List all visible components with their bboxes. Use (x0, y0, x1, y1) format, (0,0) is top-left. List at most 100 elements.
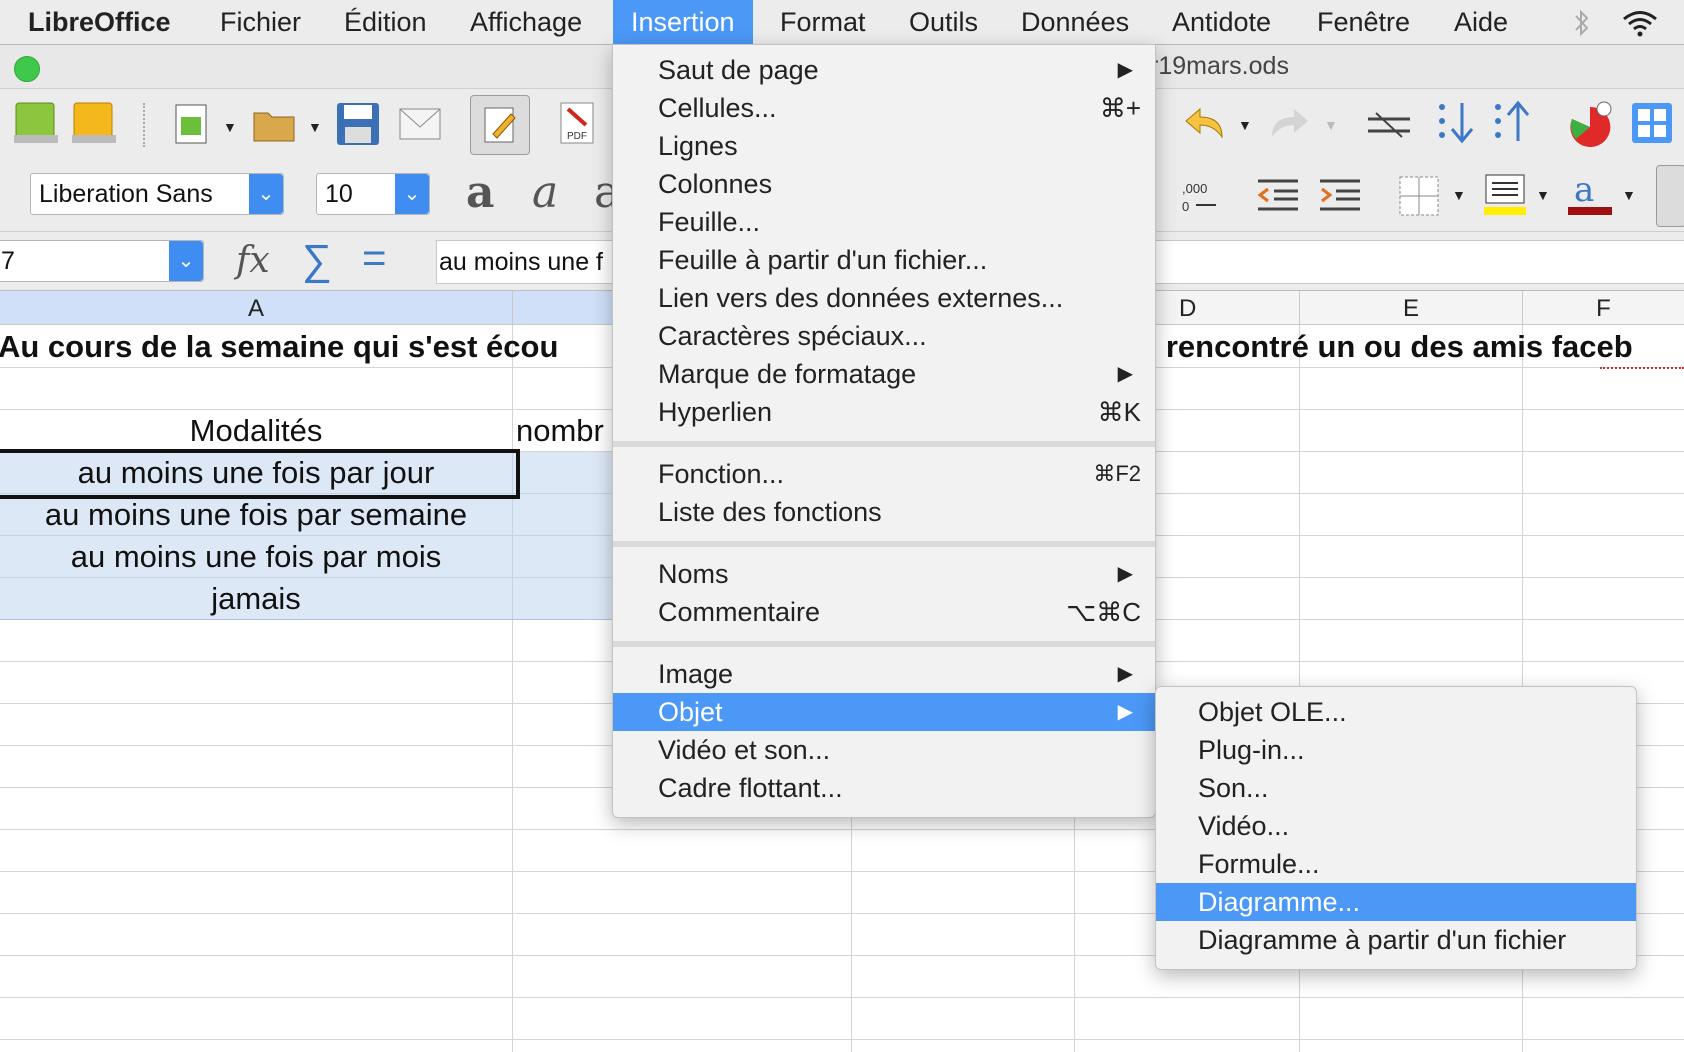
cell-row-4[interactable]: jamais (0, 581, 512, 617)
font-name-combo[interactable]: Liberation Sans ⌄ (30, 173, 284, 215)
menu-item-cadre-flottant[interactable]: Cadre flottant... (613, 769, 1155, 807)
menu-separator (613, 641, 1155, 647)
window-zoom-button[interactable] (14, 56, 40, 82)
chevron-down-icon[interactable]: ⌄ (169, 241, 203, 281)
submenu-arrow-icon: ▶ (1117, 663, 1133, 685)
background-color-icon[interactable] (1482, 171, 1528, 222)
submenu-item-son[interactable]: Son... (1156, 769, 1636, 807)
decrease-indent-icon[interactable] (1256, 175, 1300, 220)
chevron-down-icon[interactable]: ⌄ (249, 174, 283, 214)
menu-item-lignes[interactable]: Lignes (613, 127, 1155, 165)
chevron-down-icon[interactable]: ▼ (1536, 187, 1550, 203)
menu-aide[interactable]: Aide (1454, 0, 1508, 44)
increase-indent-icon[interactable] (1318, 175, 1362, 220)
redo-icon[interactable] (1266, 105, 1312, 148)
column-header-a[interactable]: A (0, 291, 513, 324)
svg-text:a: a (1574, 170, 1594, 210)
menu-affichage[interactable]: Affichage (470, 0, 582, 44)
menu-fichier[interactable]: Fichier (220, 0, 301, 44)
svg-text:PDF: PDF (567, 131, 587, 142)
edit-mode-button[interactable] (470, 95, 530, 155)
menu-fenetre[interactable]: Fenêtre (1317, 0, 1410, 44)
menu-insertion[interactable]: Insertion (613, 0, 753, 44)
undo-icon[interactable] (1182, 105, 1228, 148)
sort-ascending-icon[interactable] (1436, 99, 1476, 150)
menu-item-feuille-fichier[interactable]: Feuille à partir d'un fichier... (613, 241, 1155, 279)
chevron-down-icon[interactable]: ⌄ (395, 174, 429, 214)
bluetooth-icon[interactable] (1572, 8, 1592, 43)
chevron-down-icon[interactable]: ▼ (308, 119, 322, 135)
underline-icon[interactable]: a (594, 167, 612, 218)
submenu-item-diagramme-fichier[interactable]: Diagramme à partir d'un fichier (1156, 921, 1636, 959)
find-replace-icon[interactable] (1366, 109, 1412, 146)
chevron-down-icon[interactable]: ▼ (223, 119, 237, 135)
number-format-decimal-icon[interactable]: ,000 0 (1180, 179, 1220, 218)
cell-row-2[interactable]: au moins une fois par semaine (0, 497, 512, 533)
submenu-item-video[interactable]: Vidéo... (1156, 807, 1636, 845)
cell-row-3[interactable]: au moins une fois par mois (0, 539, 512, 575)
menu-item-cellules[interactable]: Cellules... ⌘+ (613, 89, 1155, 127)
chevron-down-icon[interactable]: ▼ (1452, 187, 1466, 203)
bold-icon[interactable]: a (466, 167, 495, 218)
sort-descending-icon[interactable] (1492, 99, 1532, 150)
chevron-down-icon[interactable]: ▼ (1622, 187, 1636, 203)
menu-item-noms[interactable]: Noms ▶ (613, 555, 1155, 593)
menu-item-feuille[interactable]: Feuille... (613, 203, 1155, 241)
menu-item-video-son[interactable]: Vidéo et son... (613, 731, 1155, 769)
cell-nombre[interactable]: nombr (516, 413, 604, 449)
templates-icon[interactable] (70, 99, 118, 152)
sum-icon[interactable]: ∑ (302, 236, 332, 284)
document-title: r19mars.ods (1150, 52, 1289, 80)
menu-item-fonction[interactable]: Fonction... ⌘F2 (613, 455, 1155, 493)
menu-antidote[interactable]: Antidote (1172, 0, 1271, 44)
formula-equals-icon[interactable]: = (362, 234, 387, 282)
new-document-icon[interactable] (12, 99, 60, 152)
menu-item-image[interactable]: Image ▶ (613, 655, 1155, 693)
font-color-icon[interactable]: a (1566, 169, 1614, 222)
email-icon[interactable] (398, 107, 442, 146)
menu-item-liste-fonctions[interactable]: Liste des fonctions (613, 493, 1155, 531)
menu-app-name[interactable]: LibreOffice (28, 0, 171, 44)
column-header-f[interactable]: F (1523, 291, 1684, 324)
borders-icon[interactable] (1398, 175, 1440, 222)
export-pdf-icon[interactable]: PDF (558, 101, 598, 152)
font-size-combo[interactable]: 10 ⌄ (316, 173, 430, 215)
cell-modalites[interactable]: Modalités (0, 413, 512, 449)
menu-item-colonnes[interactable]: Colonnes (613, 165, 1155, 203)
submenu-arrow-icon: ▶ (1117, 701, 1133, 723)
submenu-item-diagramme[interactable]: Diagramme... (1156, 883, 1636, 921)
function-wizard-icon[interactable]: fx (236, 240, 270, 281)
submenu-item-plug-in[interactable]: Plug-in... (1156, 731, 1636, 769)
menu-donnees[interactable]: Données (1021, 0, 1129, 44)
menu-item-hyperlien[interactable]: Hyperlien ⌘K (613, 393, 1155, 431)
sheet-title-right: s rencontré un ou des amis faceb (1140, 329, 1633, 364)
menu-item-commentaire[interactable]: Commentaire ⌥⌘C (613, 593, 1155, 631)
wifi-icon[interactable] (1620, 8, 1660, 43)
chevron-down-icon[interactable]: ▼ (1324, 117, 1338, 133)
submenu-item-objet-ole[interactable]: Objet OLE... (1156, 693, 1636, 731)
objet-submenu: Objet OLE... Plug-in... Son... Vidéo... … (1155, 686, 1637, 970)
svg-text:,000: ,000 (1182, 181, 1207, 196)
menu-item-caracteres-speciaux[interactable]: Caractères spéciaux... (613, 317, 1155, 355)
pivot-table-icon[interactable] (1630, 101, 1674, 150)
menu-outils[interactable]: Outils (909, 0, 978, 44)
new-spreadsheet-icon[interactable] (174, 103, 210, 150)
save-icon[interactable] (335, 101, 381, 152)
chevron-down-icon[interactable]: ▼ (1238, 117, 1252, 133)
sidebar-toggle-button[interactable] (1656, 165, 1684, 227)
menu-item-lien-donnees-externes[interactable]: Lien vers des données externes... (613, 279, 1155, 317)
insert-chart-icon[interactable] (1566, 99, 1616, 152)
sheet-title-left: Au cours de la semaine qui s'est écou (0, 329, 559, 364)
font-size-value: 10 (325, 180, 353, 208)
menu-item-marque-formatage[interactable]: Marque de formatage ▶ (613, 355, 1155, 393)
menu-item-saut-de-page[interactable]: Saut de page ▶ (613, 51, 1155, 89)
menu-edition[interactable]: Édition (344, 0, 427, 44)
open-folder-icon[interactable] (252, 103, 298, 150)
menu-item-objet[interactable]: Objet ▶ (613, 693, 1155, 731)
column-header-e[interactable]: E (1300, 291, 1523, 324)
submenu-item-formule[interactable]: Formule... (1156, 845, 1636, 883)
italic-icon[interactable]: a (532, 167, 558, 218)
menu-format[interactable]: Format (780, 0, 866, 44)
name-box[interactable]: 7 ⌄ (0, 240, 204, 282)
submenu-arrow-icon: ▶ (1117, 563, 1133, 585)
